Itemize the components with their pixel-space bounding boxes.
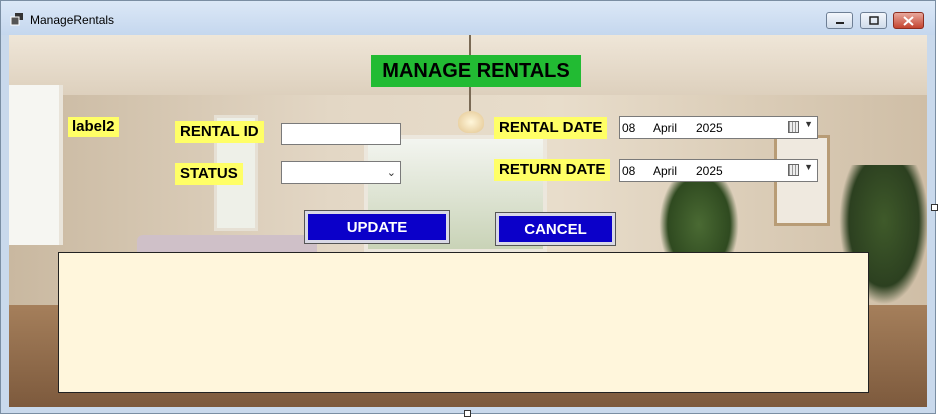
return-date-picker[interactable]: 08 April 2025 ▼ (619, 159, 818, 182)
rental-id-label: RENTAL ID (175, 121, 264, 143)
calendar-icon[interactable] (788, 121, 799, 133)
dropdown-arrow-icon[interactable]: ▼ (804, 119, 813, 129)
calendar-icon[interactable] (788, 164, 799, 176)
label2: label2 (68, 117, 119, 137)
rental-date-label: RENTAL DATE (494, 117, 608, 139)
status-select[interactable]: ⌄ (281, 161, 401, 184)
background-window-left (9, 85, 63, 245)
return-date-label: RETURN DATE (494, 159, 611, 181)
close-button[interactable] (893, 12, 924, 29)
window-title: ManageRentals (30, 13, 115, 27)
rental-date-month[interactable]: April (653, 121, 677, 135)
dropdown-arrow-icon[interactable]: ▼ (804, 162, 813, 172)
page-title: MANAGE RENTALS (371, 55, 581, 87)
rental-date-day[interactable]: 08 (622, 121, 635, 135)
maximize-button[interactable] (860, 12, 887, 29)
minimize-button[interactable] (826, 12, 853, 29)
status-label: STATUS (175, 163, 243, 185)
manage-rentals-window: ManageRentals MANAGE RENTALS label2 RENT… (0, 0, 936, 414)
form-client-area: MANAGE RENTALS label2 RENTAL ID STATUS ⌄… (9, 35, 927, 407)
update-button[interactable]: UPDATE (304, 210, 450, 244)
background-lamp (458, 111, 484, 133)
app-window-icon (10, 13, 23, 26)
cancel-button[interactable]: CANCEL (495, 212, 616, 246)
return-date-year[interactable]: 2025 (696, 164, 723, 178)
close-icon (903, 15, 914, 26)
minimize-icon (835, 21, 844, 24)
rental-id-input[interactable] (281, 123, 401, 145)
rental-date-year[interactable]: 2025 (696, 121, 723, 135)
return-date-month[interactable]: April (653, 164, 677, 178)
return-date-day[interactable]: 08 (622, 164, 635, 178)
chevron-down-icon: ⌄ (386, 167, 396, 179)
title-bar[interactable]: ManageRentals (1, 1, 935, 35)
rental-date-picker[interactable]: 08 April 2025 ▼ (619, 116, 818, 139)
rentals-data-grid[interactable] (58, 252, 869, 393)
maximize-icon (868, 16, 879, 25)
resize-handle-right[interactable] (931, 204, 938, 211)
